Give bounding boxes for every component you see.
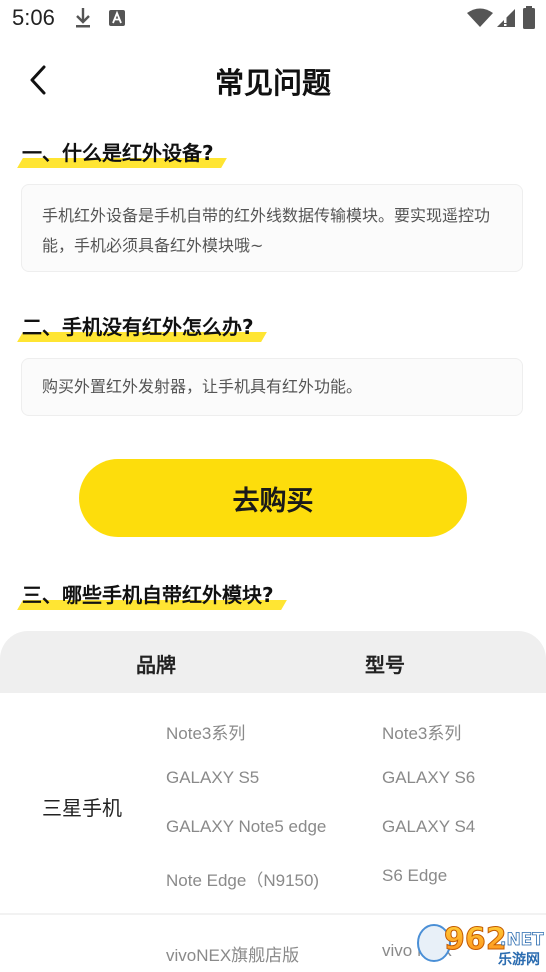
brand-column-header: 品牌 xyxy=(136,653,176,677)
page-title: 常见问题 xyxy=(214,66,331,100)
model-cell: vivoNEX旗舰店版 xyxy=(166,946,300,965)
model-cell: GALAXY S4 xyxy=(382,817,476,836)
faq-question-1: 一、什么是红外设备? xyxy=(22,137,220,166)
model-cell: GALAXY Note5 edge xyxy=(166,817,327,836)
download-icon xyxy=(76,8,90,28)
faq-question-3-text: 三、哪些手机自带红外模块? xyxy=(22,579,280,608)
wifi-icon xyxy=(467,8,493,27)
faq-question-3: 三、哪些手机自带红外模块? xyxy=(22,579,280,608)
model-cell: Note Edge（N9150) xyxy=(166,871,320,890)
brand-cell: 三星手机 xyxy=(42,796,122,820)
watermark-logo: 962 .NET 乐游网 xyxy=(417,922,544,968)
faq-answer-1: 手机红外设备是手机自带的红外线数据传输模块。要实现遥控功能，手机必须具备红外模块… xyxy=(21,184,523,272)
model-cell: GALAXY S6 xyxy=(382,768,476,787)
signal-icon xyxy=(497,9,515,27)
table-header: 品牌 型号 xyxy=(0,631,546,693)
faq-answer-2: 购买外置红外发射器，让手机具有红外功能。 xyxy=(21,358,523,416)
faq-question-1-text: 一、什么是红外设备? xyxy=(22,137,220,166)
battery-icon xyxy=(523,6,535,29)
status-bar: 5:06 xyxy=(0,0,546,38)
watermark-net: .NET xyxy=(500,930,544,950)
row-divider xyxy=(0,913,546,915)
font-icon xyxy=(109,10,125,26)
model-cell: Note3系列 xyxy=(166,724,246,743)
watermark-sub: 乐游网 xyxy=(498,951,540,968)
faq-question-2-text: 二、手机没有红外怎么办? xyxy=(22,311,260,340)
model-column-header: 型号 xyxy=(365,653,405,677)
model-cell: Note3系列 xyxy=(382,724,462,743)
model-cell: GALAXY S5 xyxy=(166,768,260,787)
model-cell: S6 Edge xyxy=(382,866,448,885)
buy-button[interactable]: 去购买 xyxy=(79,459,467,537)
faq-question-2: 二、手机没有红外怎么办? xyxy=(22,311,260,340)
faq-page: 5:06 常见问题 一、什么是红外设备? 手机红外设备是手机自带的红外线数据传输… xyxy=(0,0,546,972)
status-time: 5:06 xyxy=(12,5,55,30)
